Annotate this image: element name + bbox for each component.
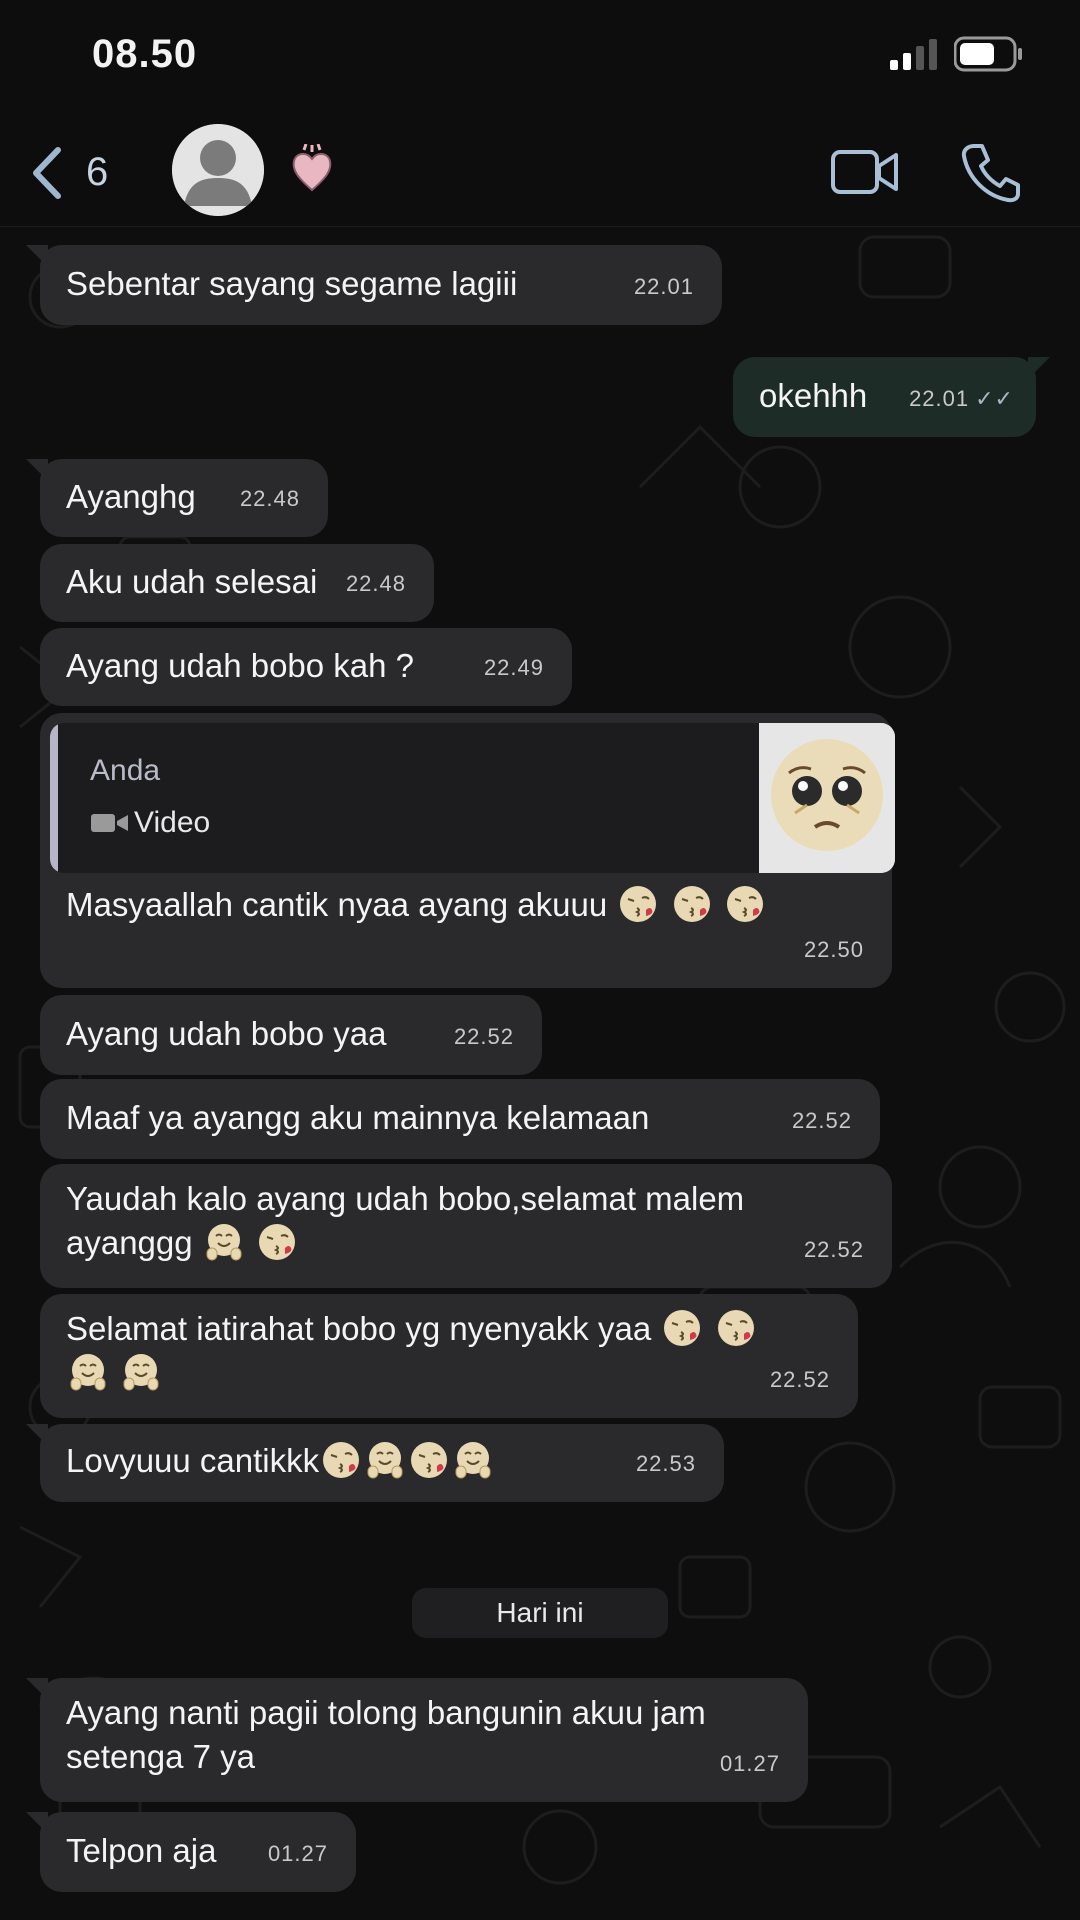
message-text-line1: Selamat iatirahat bobo yg nyenyakk yaa [66,1307,832,1351]
message-bubble-incoming[interactable]: Sebentar sayang segame lagiii 22.01 [26,245,722,325]
battery-icon [954,36,1022,72]
video-icon [91,814,128,832]
message-time: 22.52 [803,1237,864,1262]
quoted-message[interactable]: Anda Video [50,723,895,873]
kiss-emoji-icon [664,1310,701,1346]
message-text: okehhh [759,377,868,414]
message-time: 22.01 [633,274,694,299]
message-bubble-incoming[interactable]: Aku udah selesai 22.48 [40,544,434,622]
message-text: Ayang udah bobo yaa [66,1015,387,1052]
message-bubble-incoming[interactable]: Ayanghg 22.48 [26,459,328,537]
message-bubble-outgoing[interactable]: okehhh 22.01 ✓✓ [733,357,1050,437]
back-button[interactable]: 6 [28,140,118,204]
message-text-line2: ayanggg [66,1221,866,1265]
message-bubble-incoming[interactable]: Ayang udah bobo kah ? 22.49 [40,628,572,706]
message-time: 22.01 [909,386,970,411]
message-bubble-incoming[interactable]: Telpon aja 01.27 [26,1812,356,1892]
signal-icon [890,39,937,70]
kiss-emoji-icon [620,886,657,922]
message-text: Masyaallah cantik nyaa ayang akuuu [66,886,608,923]
avatar[interactable] [172,124,264,216]
kiss-emoji-icon [673,886,710,922]
kiss-emoji-icon [258,1224,295,1260]
chat-area[interactable]: Sebentar sayang segame lagiii 22.01 okeh… [0,227,1080,1920]
message-text: Maaf ya ayangg aku mainnya kelamaan [66,1099,650,1136]
back-chevron-icon [33,147,61,199]
message-time: 22.50 [803,937,864,962]
video-call-icon[interactable] [830,142,900,202]
message-text: Yaudah kalo ayang udah bobo,selamat male… [66,1180,745,1217]
pleading-emoji-icon [759,723,895,873]
message-time: 01.27 [267,1841,328,1866]
kiss-emoji-icon [411,1442,448,1478]
message-time: 22.48 [239,486,300,511]
message-bubble-incoming[interactable]: Maaf ya ayangg aku mainnya kelamaan 22.5… [40,1079,880,1159]
message-time: 01.27 [719,1751,780,1776]
status-time: 08.50 [92,32,198,76]
status-bar: 08.50 [0,0,1080,120]
message-time: 22.49 [483,655,544,680]
hug-emoji-icon [455,1442,491,1479]
quote-bar [50,723,58,873]
quote-author: Anda [90,754,161,787]
hug-emoji-icon [367,1442,403,1479]
message-bubble-reply[interactable]: Anda Video Masyaallah cantik nyaa ayang … [40,713,895,988]
message-time: 22.52 [453,1024,514,1049]
unread-count: 6 [86,150,109,194]
hug-emoji-icon [206,1224,242,1261]
message-bubble-incoming[interactable]: Ayang udah bobo yaa 22.52 [40,995,542,1075]
message-text-line2: setenga 7 ya [66,1738,255,1775]
message-text: Ayanghg [66,478,196,515]
double-check-icon: ✓✓ [975,386,1014,411]
kiss-emoji-icon [323,1442,360,1478]
heart-emoji-icon [292,144,332,192]
phone-icon[interactable] [960,140,1020,204]
kiss-emoji-icon [726,886,763,922]
message-text: Lovyuuu cantikkk [66,1442,320,1479]
avatar-icon [172,124,264,216]
message-text-line2 [66,1351,832,1395]
message-bubble-incoming[interactable]: Selamat iatirahat bobo yg nyenyakk yaa 2… [40,1294,858,1418]
hug-emoji-icon [70,1354,106,1391]
message-time: 22.53 [635,1451,696,1476]
message-text: Aku udah selesai [66,563,318,600]
message-time: 22.48 [345,571,406,596]
message-bubble-incoming[interactable]: Ayang nanti pagii tolong bangunin akuu j… [26,1678,808,1802]
date-separator: Hari ini [412,1588,668,1638]
message-time: 22.52 [791,1108,852,1133]
message-time: 22.52 [769,1367,830,1392]
message-text: Selamat iatirahat bobo yg nyenyakk yaa [66,1310,652,1347]
message-bubble-incoming[interactable]: Lovyuuu cantikkk 22.53 [26,1424,724,1502]
message-text: Sebentar sayang segame lagiii [66,265,518,302]
message-text: Ayang udah bobo kah ? [66,647,415,684]
message-text: Ayang nanti pagii tolong bangunin akuu j… [66,1694,706,1731]
message-text: Telpon aja [66,1832,217,1869]
quote-thumbnail [759,723,895,873]
message-bubble-incoming[interactable]: Yaudah kalo ayang udah bobo,selamat male… [40,1164,892,1288]
kiss-emoji-icon [717,1310,754,1346]
hug-emoji-icon [123,1354,159,1391]
chat-header: 6 [0,120,1080,227]
quote-type: Video [90,801,210,845]
